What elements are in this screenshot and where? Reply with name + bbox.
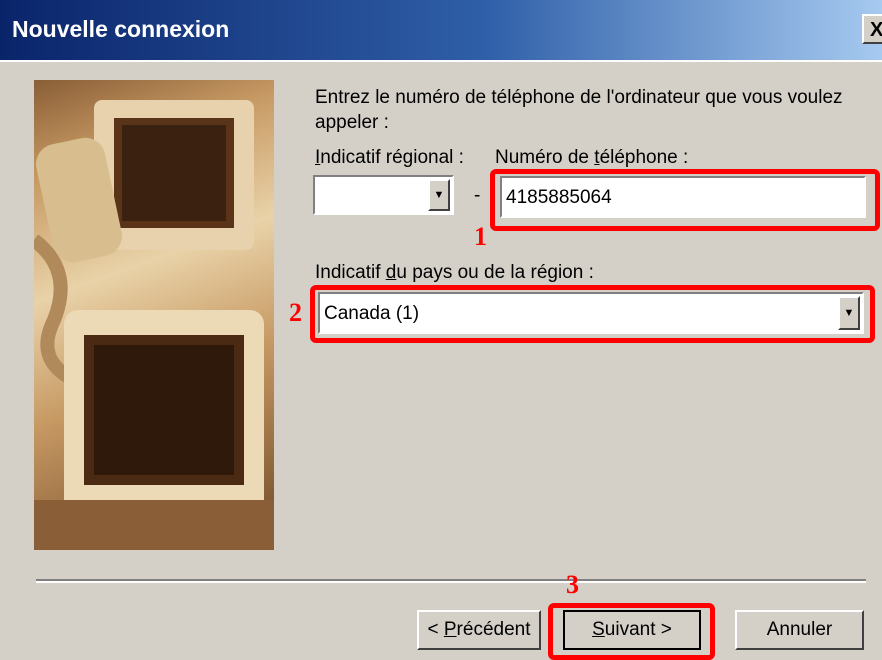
area-code-combobox[interactable]: ▼	[313, 175, 454, 215]
annotation-marker-1: 1	[474, 222, 487, 251]
country-label-after: u pays ou de la région :	[396, 262, 594, 283]
phone-label-after: éléphone :	[599, 147, 689, 168]
instructions-text: Entrez le numéro de téléphone de l'ordin…	[315, 87, 843, 133]
close-icon: X	[870, 19, 882, 41]
highlight-box-2	[310, 285, 875, 343]
window-title: Nouvelle connexion	[12, 16, 230, 42]
wizard-illustration	[34, 80, 274, 550]
area-code-label: Indicatif régional :	[315, 147, 464, 169]
annotation-marker-2: 2	[289, 298, 302, 327]
title-bar: Nouvelle connexion X	[0, 0, 882, 62]
area-code-label-rest: ndicatif régional :	[320, 147, 464, 168]
back-rest: récédent	[456, 619, 531, 640]
back-prefix: <	[427, 619, 444, 640]
computers-image	[34, 100, 274, 550]
phone-label: Numéro de téléphone :	[495, 147, 688, 169]
country-label-before: Indicatif	[315, 262, 386, 283]
annotation-marker-3: 3	[566, 570, 579, 599]
highlight-box-3	[548, 603, 715, 660]
area-code-dropdown-button[interactable]: ▼	[428, 179, 450, 211]
footer-separator	[36, 579, 866, 583]
country-label: Indicatif du pays ou de la région :	[315, 262, 594, 284]
chevron-down-icon: ▼	[433, 189, 445, 201]
phone-dash: -	[474, 185, 481, 206]
back-accel: P	[443, 619, 457, 640]
phone-label-before: Numéro de	[495, 147, 595, 168]
highlight-box-1	[490, 169, 880, 231]
country-label-accel: d	[385, 262, 397, 283]
cancel-button[interactable]: Annuler	[735, 610, 864, 650]
close-button[interactable]: X	[862, 14, 882, 44]
back-button[interactable]: < Précédent	[417, 610, 541, 650]
